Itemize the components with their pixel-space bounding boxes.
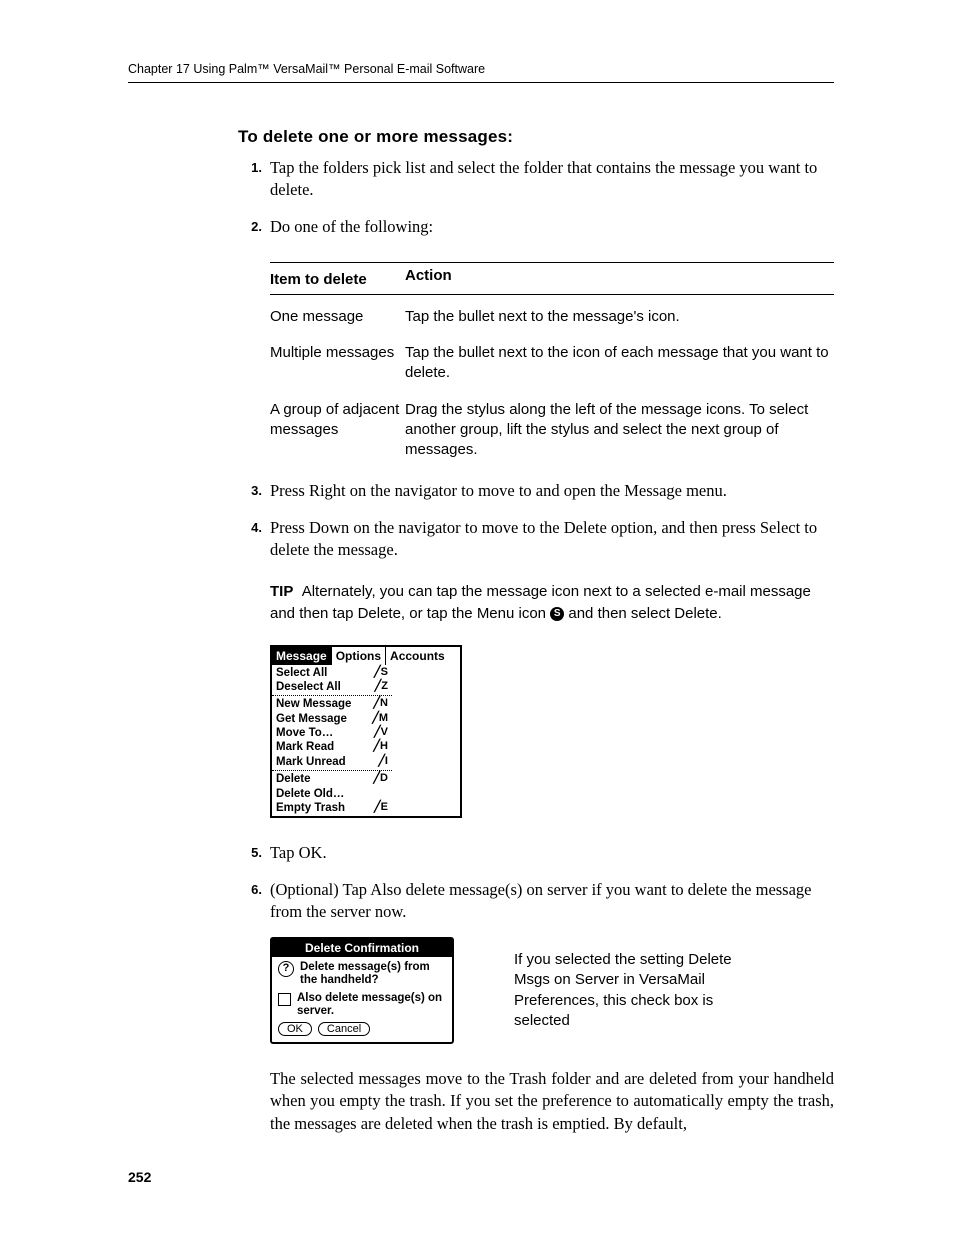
closing-paragraph: The selected messages move to the Trash … bbox=[270, 1068, 834, 1135]
table-row: One message Tap the bullet next to the m… bbox=[270, 307, 834, 327]
th-item: Item to delete bbox=[270, 267, 405, 288]
step-6: 6. (Optional) Tap Also delete message(s)… bbox=[238, 879, 834, 924]
section-heading: To delete one or more messages: bbox=[238, 127, 834, 147]
step-number: 1. bbox=[238, 157, 270, 202]
step-text: Do one of the following: bbox=[270, 216, 834, 238]
step-text: Tap the folders pick list and select the… bbox=[270, 157, 834, 202]
dialog-title: Delete Confirmation bbox=[272, 939, 452, 957]
tip-text-before: Alternately, you can tap the message ico… bbox=[270, 583, 811, 622]
step-5: 5. Tap OK. bbox=[238, 842, 834, 864]
step-text: (Optional) Tap Also delete message(s) on… bbox=[270, 879, 834, 924]
palm-menu-item: Deselect All╱Z bbox=[272, 680, 392, 694]
th-action: Action bbox=[405, 267, 834, 288]
step-number: 5. bbox=[238, 842, 270, 864]
delete-confirmation-dialog: Delete Confirmation ? Delete message(s) … bbox=[270, 937, 454, 1044]
tip-block: TIP Alternately, you can tap the message… bbox=[270, 581, 834, 625]
tip-label: TIP bbox=[270, 583, 293, 600]
td-item: One message bbox=[270, 307, 405, 327]
dialog-checkbox-label: Also delete message(s) on server. bbox=[297, 992, 446, 1018]
cancel-button: Cancel bbox=[318, 1022, 370, 1036]
palm-menu-item: Delete Old… bbox=[272, 787, 392, 801]
page-number: 252 bbox=[128, 1169, 151, 1185]
palm-menu-item: Mark Unread╱I bbox=[272, 755, 392, 769]
page-header: Chapter 17 Using Palm™ VersaMail™ Person… bbox=[128, 60, 834, 83]
palm-menu-item: Get Message╱M bbox=[272, 712, 392, 726]
table-row: A group of adjacent messages Drag the st… bbox=[270, 400, 834, 461]
palm-menu-illustration: Message Options Accounts Select All╱S De… bbox=[270, 645, 462, 819]
step-1: 1. Tap the folders pick list and select … bbox=[238, 157, 834, 202]
step-text: Tap OK. bbox=[270, 842, 834, 864]
palm-menu-item: Select All╱S bbox=[272, 666, 392, 680]
step-number: 4. bbox=[238, 517, 270, 562]
ok-button: OK bbox=[278, 1022, 312, 1036]
step-2: 2. Do one of the following: bbox=[238, 216, 834, 238]
checkbox-icon bbox=[278, 993, 291, 1006]
td-action: Drag the stylus along the left of the me… bbox=[405, 400, 834, 461]
header-text: Chapter 17 Using Palm™ VersaMail™ Person… bbox=[128, 62, 485, 76]
action-table: Item to delete Action One message Tap th… bbox=[270, 262, 834, 461]
palm-menu-item: Move To…╱V bbox=[272, 726, 392, 740]
td-item: Multiple messages bbox=[270, 343, 405, 384]
palm-menu-item: Mark Read╱H bbox=[272, 740, 392, 754]
step-text: Press Down on the navigator to move to t… bbox=[270, 517, 834, 562]
palm-tab-message: Message bbox=[272, 647, 332, 665]
td-item: A group of adjacent messages bbox=[270, 400, 405, 461]
step-number: 3. bbox=[238, 480, 270, 502]
palm-tab-options: Options bbox=[332, 647, 386, 665]
menu-icon: S bbox=[550, 607, 564, 621]
palm-menu-item: Empty Trash╱E bbox=[272, 801, 392, 815]
question-icon: ? bbox=[278, 961, 294, 977]
palm-menu-item: New Message╱N bbox=[272, 697, 392, 711]
td-action: Tap the bullet next to the message's ico… bbox=[405, 307, 834, 327]
step-4: 4. Press Down on the navigator to move t… bbox=[238, 517, 834, 562]
tip-text-after: and then select Delete. bbox=[564, 605, 722, 622]
step-3: 3. Press Right on the navigator to move … bbox=[238, 480, 834, 502]
step-number: 2. bbox=[238, 216, 270, 238]
callout-text: If you selected the setting Delete Msgs … bbox=[514, 950, 734, 1031]
dialog-message: Delete message(s) from the handheld? bbox=[300, 961, 446, 987]
palm-menu-item: Delete╱D bbox=[272, 772, 392, 786]
step-number: 6. bbox=[238, 879, 270, 924]
step-text: Press Right on the navigator to move to … bbox=[270, 480, 834, 502]
table-row: Multiple messages Tap the bullet next to… bbox=[270, 343, 834, 384]
palm-tab-accounts: Accounts bbox=[386, 647, 449, 665]
td-action: Tap the bullet next to the icon of each … bbox=[405, 343, 834, 384]
